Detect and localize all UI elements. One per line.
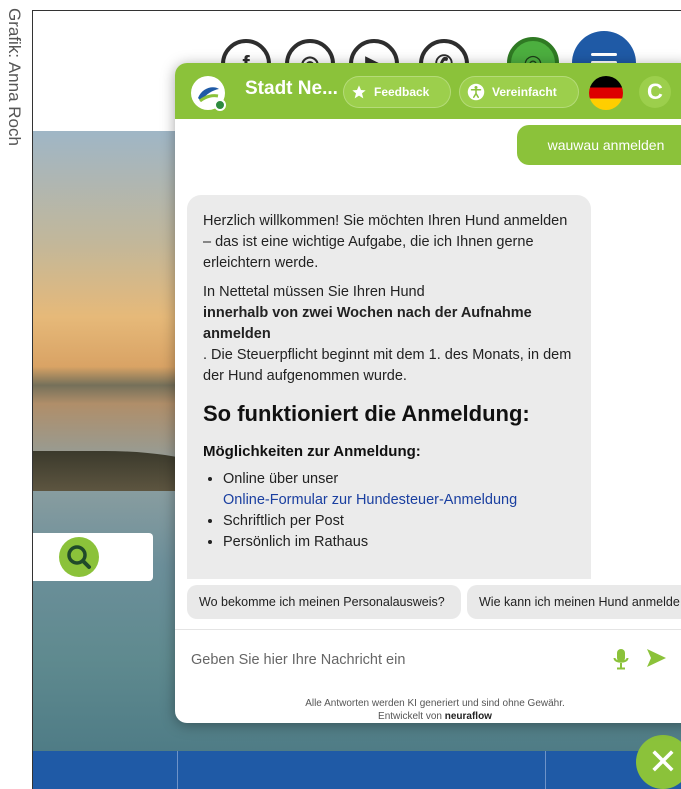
search-icon[interactable] — [59, 537, 99, 577]
user-message-bubble: wauwau anmelden — [517, 125, 681, 165]
developer-prefix: Entwickelt von — [378, 711, 442, 722]
message-input-row — [175, 629, 681, 688]
close-glyph: ✕ — [647, 741, 679, 782]
image-credit: Grafik: Anna Roch — [4, 8, 26, 208]
website-background: f ◎ ▶ ✆ ◎ ✕ Stadt Ne... — [32, 10, 681, 789]
hundesteuer-form-link[interactable]: Online-Formular zur Hundesteuer-Anmeldun… — [223, 490, 575, 511]
star-icon — [351, 84, 367, 100]
message-input[interactable] — [189, 644, 593, 676]
bot-text: . Die Steuerpflicht beginnt mit dem 1. d… — [203, 347, 572, 384]
disclaimer: Alle Antworten werden KI generiert und s… — [175, 697, 681, 723]
bot-message-bubble: Herzlich willkommen! Sie möchten Ihren H… — [187, 195, 591, 579]
feedback-button[interactable]: Feedback — [343, 76, 451, 108]
list-item: Online über unser Online-Formular zur Hu… — [223, 469, 575, 511]
chat-header: Stadt Ne... Feedback Vereinfacht C — [175, 63, 681, 119]
feedback-label: Feedback — [374, 85, 430, 99]
registration-options-list: Online über unser Online-Formular zur Hu… — [203, 469, 575, 553]
suggestion-chip[interactable]: Wie kann ich meinen Hund anmelde — [467, 585, 681, 619]
bot-paragraph: Herzlich willkommen! Sie möchten Ihren H… — [203, 213, 568, 271]
footer-divider — [177, 751, 178, 789]
disclaimer-line: Alle Antworten werden KI generiert und s… — [305, 698, 565, 709]
bot-bold-text: innerhalb von zwei Wochen nach der Aufna… — [203, 305, 532, 342]
reload-glyph: C — [647, 79, 663, 104]
suggestion-chip[interactable]: Wo bekomme ich meinen Personalausweis? — [187, 585, 461, 619]
chatbot-window: Stadt Ne... Feedback Vereinfacht C wauwa… — [175, 63, 681, 723]
chat-title: Stadt Ne... — [245, 78, 338, 99]
suggestion-text: Wie kann ich meinen Hund anmelde — [479, 595, 680, 609]
chatbot-logo-icon — [191, 76, 226, 111]
user-message-text: wauwau anmelden — [547, 137, 665, 153]
simplified-label: Vereinfacht — [492, 85, 557, 99]
suggestion-text: Wo bekomme ich meinen Personalausweis? — [199, 595, 445, 609]
website-footer-bar — [33, 751, 681, 789]
list-item-text: Online über unser — [223, 471, 339, 487]
footer-divider — [545, 751, 546, 789]
search-tab[interactable] — [33, 533, 153, 581]
send-icon[interactable] — [645, 647, 667, 669]
close-icon[interactable]: ✕ — [636, 735, 681, 789]
accessibility-icon — [467, 83, 485, 101]
reload-icon[interactable]: C — [639, 76, 671, 108]
bot-text: In Nettetal müssen Sie Ihren Hund — [203, 284, 425, 300]
online-status-icon — [214, 99, 226, 111]
image-credit-text: Grafik: Anna Roch — [5, 8, 24, 146]
bot-heading: So funktioniert die Anmeldung: — [203, 401, 530, 426]
bot-paragraph: In Nettetal müssen Sie Ihren Hund innerh… — [203, 282, 575, 387]
list-item: Schriftlich per Post — [223, 511, 575, 532]
developer-brand: neuraflow — [444, 711, 492, 722]
german-flag-icon[interactable] — [589, 76, 623, 110]
microphone-icon[interactable] — [613, 648, 629, 670]
disclaimer-line: Entwickelt von neuraflow — [175, 710, 681, 723]
list-item: Persönlich im Rathaus — [223, 532, 575, 553]
bot-subheading: Möglichkeiten zur Anmeldung: — [203, 443, 421, 460]
simplified-language-button[interactable]: Vereinfacht — [459, 76, 579, 108]
